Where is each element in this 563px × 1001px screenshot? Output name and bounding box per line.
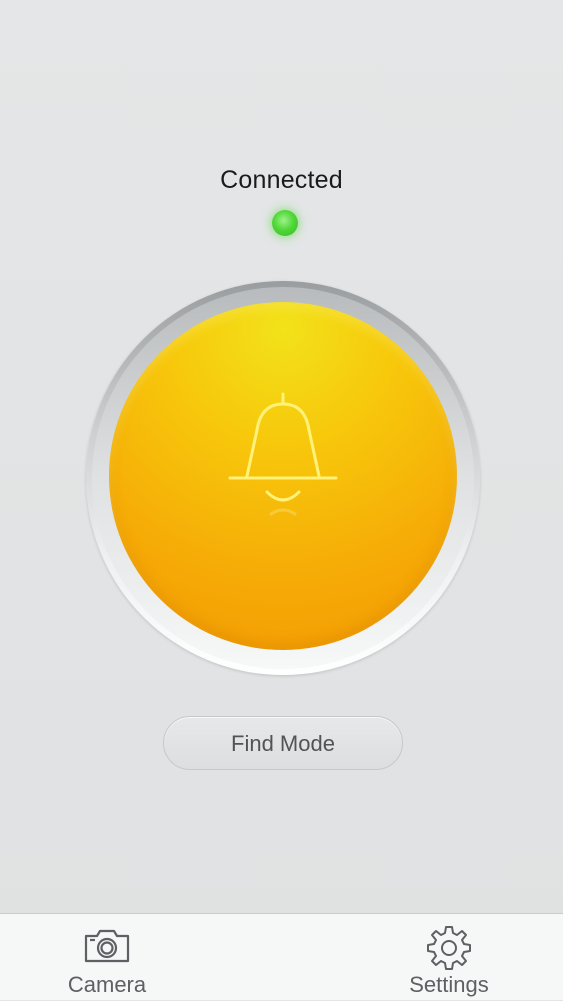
tab-settings[interactable]: Settings <box>379 914 519 1001</box>
bell-icon <box>228 392 338 516</box>
find-mode-button[interactable]: Find Mode <box>163 716 403 770</box>
tab-camera[interactable]: Camera <box>37 914 177 1001</box>
camera-icon <box>84 929 130 963</box>
tab-settings-label: Settings <box>409 972 489 997</box>
tab-camera-label: Camera <box>67 972 147 997</box>
connection-status-indicator <box>272 210 298 236</box>
alarm-button[interactable] <box>109 302 457 650</box>
gear-icon <box>427 926 471 970</box>
app-screen: Connected Find Mode Camera Settings <box>0 0 563 1000</box>
connection-status-label: Connected <box>220 166 343 194</box>
tab-bar: Camera Settings <box>0 913 563 1000</box>
